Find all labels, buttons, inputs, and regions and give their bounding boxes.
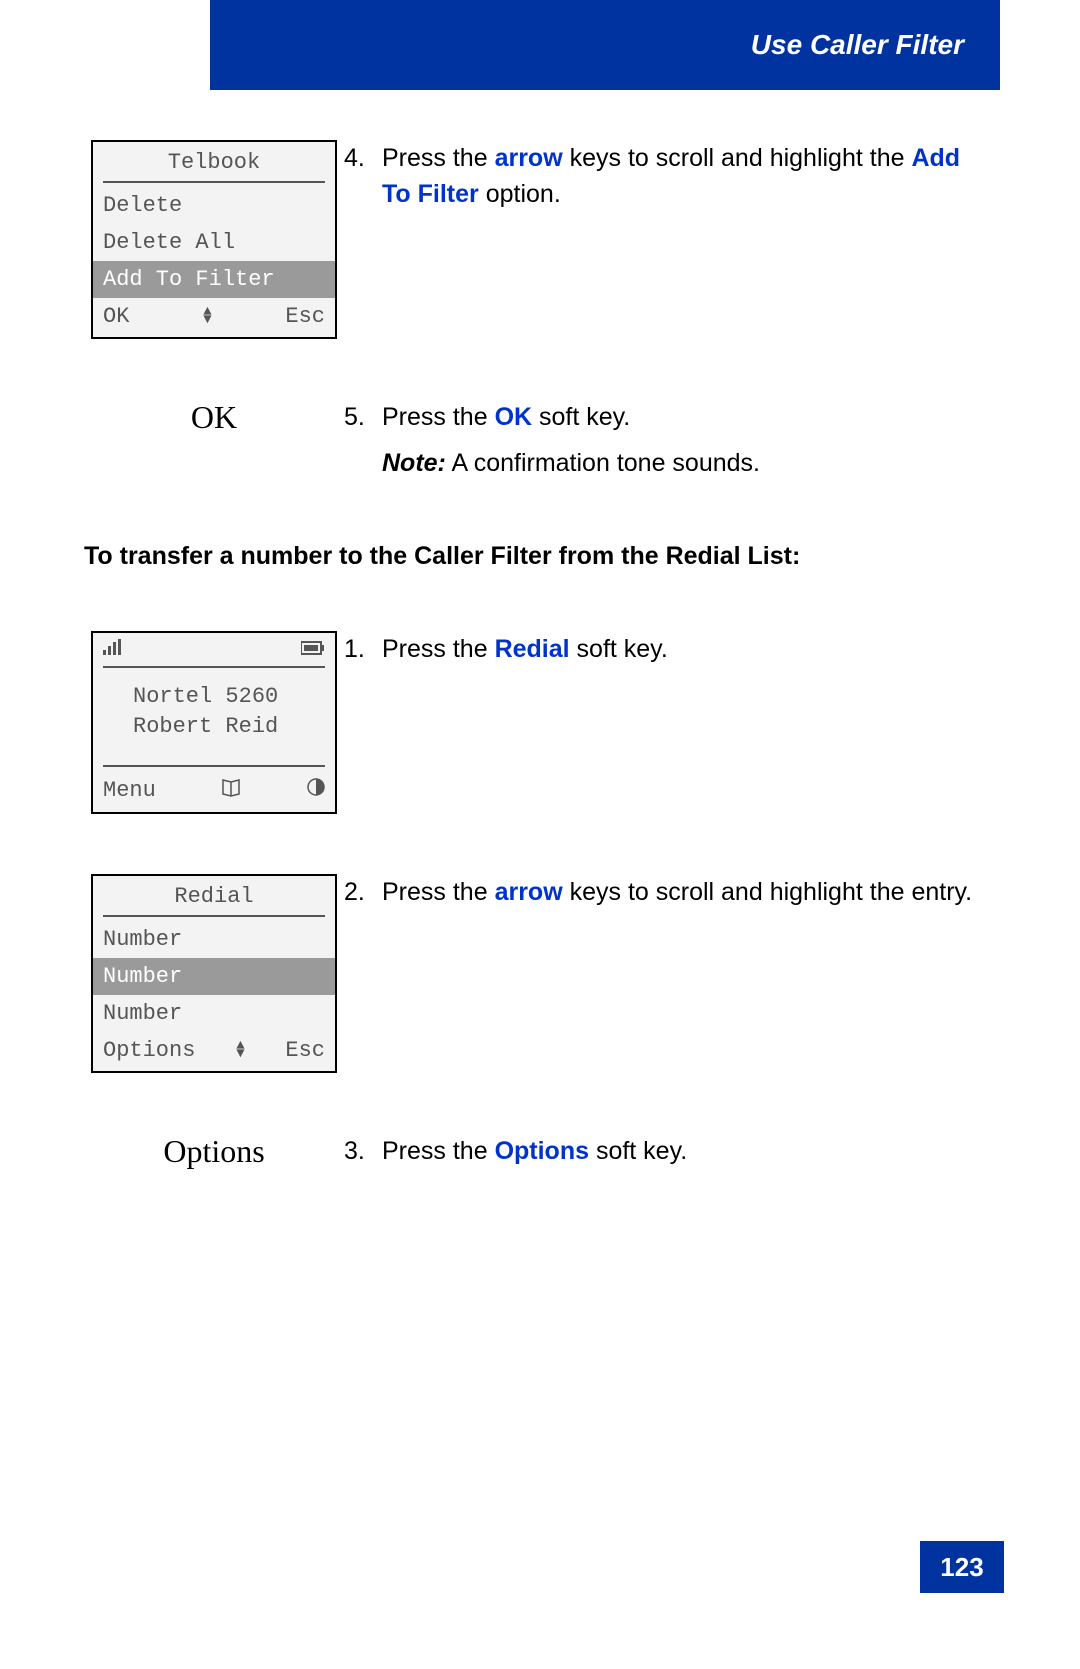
screen-title: Redial [93, 876, 335, 915]
softkey-left: OK [103, 304, 129, 329]
step-instruction: Press the arrow keys to scroll and highl… [382, 874, 994, 910]
signal-icon [103, 639, 121, 662]
divider [103, 915, 325, 917]
step-number: 5. [344, 399, 382, 435]
step-5-text: 5. Press the OK soft key. Note: A confir… [344, 399, 994, 482]
idle-screen: Nortel 5260 Robert Reid Menu [91, 631, 337, 815]
redial-item-2: Number [93, 958, 335, 995]
step-4-figure: Telbook Delete Delete All Add To Filter … [84, 140, 344, 339]
step-4-row: Telbook Delete Delete All Add To Filter … [84, 140, 994, 339]
screen-title: Telbook [93, 142, 335, 181]
step-number: 1. [344, 631, 382, 667]
note-label: Note: [382, 449, 446, 477]
page-content: Telbook Delete Delete All Add To Filter … [84, 140, 994, 1230]
step-1b-text: 1. Press the Redial soft key. [344, 631, 994, 667]
screen-body: Nortel 5260 Robert Reid [93, 672, 335, 766]
step-3b-figure: Options [84, 1133, 344, 1170]
step-3b-text: 3. Press the Options soft key. [344, 1133, 994, 1169]
step-2b-text: 2. Press the arrow keys to scroll and hi… [344, 874, 994, 910]
step-number: 2. [344, 874, 382, 910]
book-icon [221, 777, 241, 804]
note-body: A confirmation tone sounds. [446, 449, 760, 477]
softkey-left: Menu [103, 778, 156, 803]
softkey-left: Options [103, 1038, 195, 1063]
keyword-redial: Redial [495, 635, 570, 663]
step-1b-row: Nortel 5260 Robert Reid Menu 1. [84, 631, 994, 815]
divider [103, 765, 325, 767]
keyword-arrow: arrow [495, 144, 563, 172]
step-2b-figure: Redial Number Number Number Options ▲▼ E… [84, 874, 344, 1073]
step-instruction: Press the OK soft key. [382, 399, 994, 435]
options-label: Options [163, 1133, 264, 1170]
header-title: Use Caller Filter [751, 29, 964, 61]
step-instruction: Press the Redial soft key. [382, 631, 994, 667]
page-header: Use Caller Filter [210, 0, 1000, 90]
step-5-figure: OK [84, 399, 344, 436]
contrast-icon [307, 778, 325, 803]
step-3b-row: Options 3. Press the Options soft key. [84, 1133, 994, 1170]
step-number: 3. [344, 1133, 382, 1169]
step-1b-figure: Nortel 5260 Robert Reid Menu [84, 631, 344, 815]
line-1: Nortel 5260 [133, 682, 335, 713]
step-instruction: Press the Options soft key. [382, 1133, 994, 1169]
section-heading: To transfer a number to the Caller Filte… [84, 542, 994, 571]
step-4-text: 4. Press the arrow keys to scroll and hi… [344, 140, 994, 213]
step-2b-row: Redial Number Number Number Options ▲▼ E… [84, 874, 994, 1073]
step-5-row: OK 5. Press the OK soft key. Note: A con… [84, 399, 994, 482]
screen-footer: OK ▲▼ Esc [93, 298, 335, 337]
divider [103, 666, 325, 668]
menu-item-add-to-filter: Add To Filter [93, 261, 335, 298]
redial-item-1: Number [93, 921, 335, 958]
telbook-screen: Telbook Delete Delete All Add To Filter … [91, 140, 337, 339]
status-row [93, 633, 335, 666]
ok-label: OK [191, 399, 237, 436]
keyword-ok: OK [495, 403, 533, 431]
line-2: Robert Reid [133, 712, 335, 743]
menu-item-delete: Delete [93, 187, 335, 224]
keyword-arrow: arrow [495, 878, 563, 906]
screen-footer: Options ▲▼ Esc [93, 1032, 335, 1071]
redial-screen: Redial Number Number Number Options ▲▼ E… [91, 874, 337, 1073]
updown-arrows-icon: ▲▼ [236, 1043, 244, 1058]
page-number: 123 [920, 1541, 1004, 1593]
softkey-right: Esc [285, 304, 325, 329]
step-instruction: Press the arrow keys to scroll and highl… [382, 140, 994, 213]
step-number: 4. [344, 140, 382, 213]
step-5-note: Note: A confirmation tone sounds. [382, 445, 994, 481]
updown-arrows-icon: ▲▼ [203, 309, 211, 324]
keyword-options: Options [495, 1137, 589, 1165]
redial-item-3: Number [93, 995, 335, 1032]
softkey-right: Esc [285, 1038, 325, 1063]
battery-icon [301, 639, 325, 662]
menu-item-delete-all: Delete All [93, 224, 335, 261]
divider [103, 181, 325, 183]
screen-footer: Menu [93, 771, 335, 812]
